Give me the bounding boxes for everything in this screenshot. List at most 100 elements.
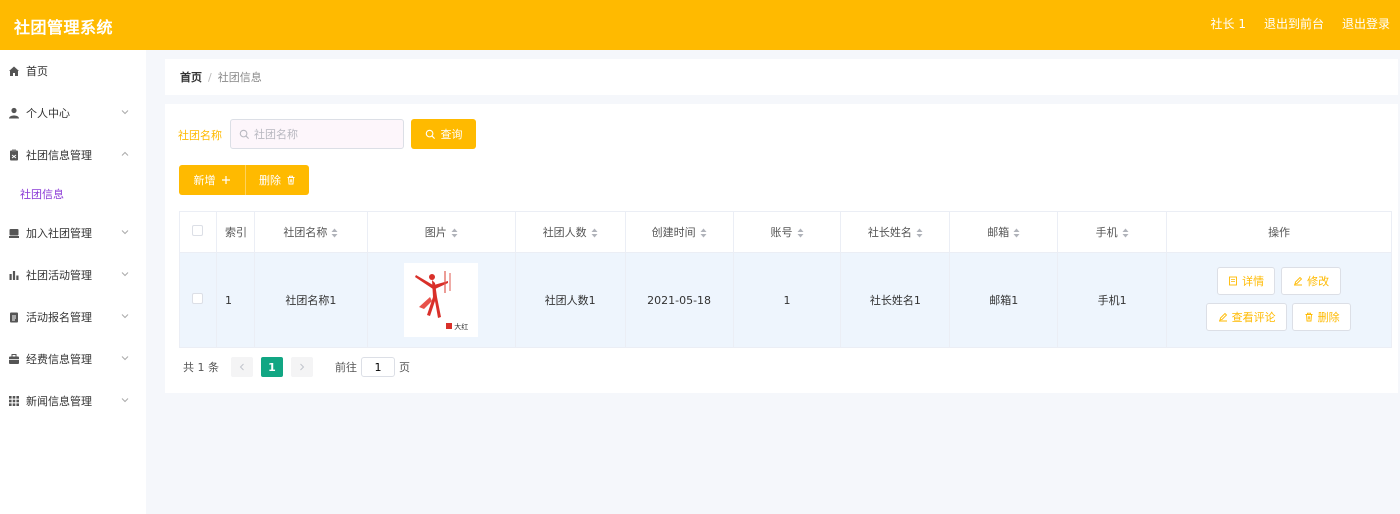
cell-phone: 手机1 xyxy=(1057,252,1168,348)
sidebar-item-activity-signup-management[interactable]: 活动报名管理 xyxy=(0,296,146,338)
batch-delete-button[interactable]: 删除 xyxy=(245,165,309,195)
plus-icon xyxy=(221,176,230,184)
back-to-front-link[interactable]: 退出到前台 xyxy=(1264,15,1324,32)
bar-chart-icon xyxy=(8,269,20,281)
header-account[interactable]: 账号 xyxy=(733,211,842,253)
sort-icon xyxy=(451,228,458,238)
header-phone-label: 手机 xyxy=(1095,226,1118,239)
app-title: 社团管理系统 xyxy=(14,18,114,37)
header-created-label: 创建时间 xyxy=(651,226,696,239)
sort-icon xyxy=(916,228,923,238)
chevron-down-icon xyxy=(121,356,129,361)
folder-icon xyxy=(8,227,20,239)
sidebar-item-label: 社团信息管理 xyxy=(26,149,92,162)
grid-icon xyxy=(8,395,20,407)
content-panel: 社团名称 查询 新增 删除 索引 社团名称 图片 社团人数 创建时间 xyxy=(165,104,1398,393)
select-all-checkbox[interactable] xyxy=(192,225,204,236)
edit-button[interactable]: 修改 xyxy=(1281,267,1342,295)
next-page-button[interactable] xyxy=(291,357,313,377)
sidebar-subitem-club-info[interactable]: 社团信息 xyxy=(0,176,146,212)
sort-icon xyxy=(331,228,338,238)
row-checkbox[interactable] xyxy=(192,293,204,304)
chevron-left-icon xyxy=(239,363,244,371)
row-delete-button[interactable]: 删除 xyxy=(1292,303,1352,331)
logout-link[interactable]: 退出登录 xyxy=(1342,15,1390,32)
header-ops: 操作 xyxy=(1166,211,1392,253)
chevron-down-icon xyxy=(121,230,129,235)
chevron-down-icon xyxy=(121,272,129,277)
briefcase-icon xyxy=(8,353,20,365)
sort-icon xyxy=(1013,228,1020,238)
header-index: 索引 xyxy=(216,211,255,253)
cell-leader: 社长姓名1 xyxy=(840,252,951,348)
header-leader[interactable]: 社长姓名 xyxy=(840,211,951,253)
pencil-icon xyxy=(1218,312,1227,322)
add-button[interactable]: 新增 xyxy=(179,165,245,195)
header-image[interactable]: 图片 xyxy=(367,211,516,253)
sort-icon xyxy=(1122,228,1129,238)
header-members[interactable]: 社团人数 xyxy=(515,211,626,253)
add-button-label: 新增 xyxy=(193,174,216,187)
query-button[interactable]: 查询 xyxy=(411,119,476,149)
pencil-icon xyxy=(1294,276,1303,286)
home-icon xyxy=(8,65,20,77)
table-header-row: 索引 社团名称 图片 社团人数 创建时间 账号 社长姓名 邮箱 手机 操作 xyxy=(179,211,1392,253)
header-created[interactable]: 创建时间 xyxy=(625,211,734,253)
header-leader-label: 社长姓名 xyxy=(867,226,912,239)
breadcrumb-current: 社团信息 xyxy=(217,71,262,84)
header-account-label: 账号 xyxy=(770,226,793,239)
cell-email: 邮箱1 xyxy=(949,252,1059,348)
sidebar-item-label: 个人中心 xyxy=(26,107,70,120)
trash-icon xyxy=(1305,312,1313,322)
header-phone[interactable]: 手机 xyxy=(1057,211,1168,253)
sort-icon xyxy=(591,228,598,238)
club-info-table: 索引 社团名称 图片 社团人数 创建时间 账号 社长姓名 邮箱 手机 操作 1 … xyxy=(179,211,1392,348)
sidebar-item-club-info-management[interactable]: 社团信息管理 xyxy=(0,134,146,176)
sidebar-item-funding-info-management[interactable]: 经费信息管理 xyxy=(0,338,146,380)
edit-button-label: 修改 xyxy=(1307,275,1330,288)
sidebar-item-personal-center[interactable]: 个人中心 xyxy=(0,92,146,134)
table-row[interactable]: 1 社团名称1 大红 社团人数1 2021-05-18 1 社长姓名1 邮箱1 … xyxy=(179,252,1392,348)
goto-page-input[interactable] xyxy=(361,357,395,377)
clipboard-icon xyxy=(8,149,20,161)
sidebar-item-label: 新闻信息管理 xyxy=(26,395,92,408)
detail-button[interactable]: 详情 xyxy=(1217,267,1276,295)
top-header: 社团管理系统 社长 1 退出到前台 退出登录 xyxy=(0,0,1400,50)
sidebar-item-home[interactable]: 首页 xyxy=(0,50,146,92)
sort-icon xyxy=(797,228,803,238)
club-image[interactable]: 大红 xyxy=(404,263,479,337)
select-all-header xyxy=(179,211,217,253)
cell-created: 2021-05-18 xyxy=(625,252,734,348)
search-icon xyxy=(425,129,435,139)
page-number-current[interactable]: 1 xyxy=(261,357,283,377)
row-select-cell xyxy=(179,252,217,348)
breadcrumb: 首页 / 社团信息 xyxy=(165,59,1398,95)
header-email[interactable]: 邮箱 xyxy=(949,211,1059,253)
current-user[interactable]: 社长 1 xyxy=(1211,15,1246,32)
breadcrumb-home[interactable]: 首页 xyxy=(180,69,202,85)
delete-button-label: 删除 xyxy=(259,174,281,187)
detail-button-label: 详情 xyxy=(1242,275,1265,288)
goto-prefix: 前往 xyxy=(335,361,357,374)
view-comments-button[interactable]: 查看评论 xyxy=(1206,303,1288,331)
sidebar-item-news-info-management[interactable]: 新闻信息管理 xyxy=(0,380,146,422)
breadcrumb-separator: / xyxy=(208,70,212,84)
chevron-down-icon xyxy=(121,314,129,319)
sidebar: 首页 个人中心 社团信息管理 社团信息 加入社团管理 社团活动管理 活动报名管理… xyxy=(0,50,146,514)
view-comments-label: 查看评论 xyxy=(1231,311,1276,324)
prev-page-button[interactable] xyxy=(231,357,253,377)
query-button-label: 查询 xyxy=(440,128,463,141)
image-caption: 大红 xyxy=(454,323,469,331)
header-email-label: 邮箱 xyxy=(987,226,1010,239)
header-name[interactable]: 社团名称 xyxy=(254,211,368,253)
cell-image: 大红 xyxy=(367,252,516,348)
cell-ops: 详情 修改 查看评论 删除 xyxy=(1166,252,1392,348)
header-image-label: 图片 xyxy=(424,226,447,239)
sidebar-item-club-activity-management[interactable]: 社团活动管理 xyxy=(0,254,146,296)
cell-members: 社团人数1 xyxy=(515,252,626,348)
search-field[interactable] xyxy=(230,119,404,149)
sidebar-item-label: 加入社团管理 xyxy=(26,227,92,240)
chevron-up-icon xyxy=(121,151,129,156)
sidebar-item-join-club-management[interactable]: 加入社团管理 xyxy=(0,212,146,254)
search-input[interactable] xyxy=(254,127,394,141)
